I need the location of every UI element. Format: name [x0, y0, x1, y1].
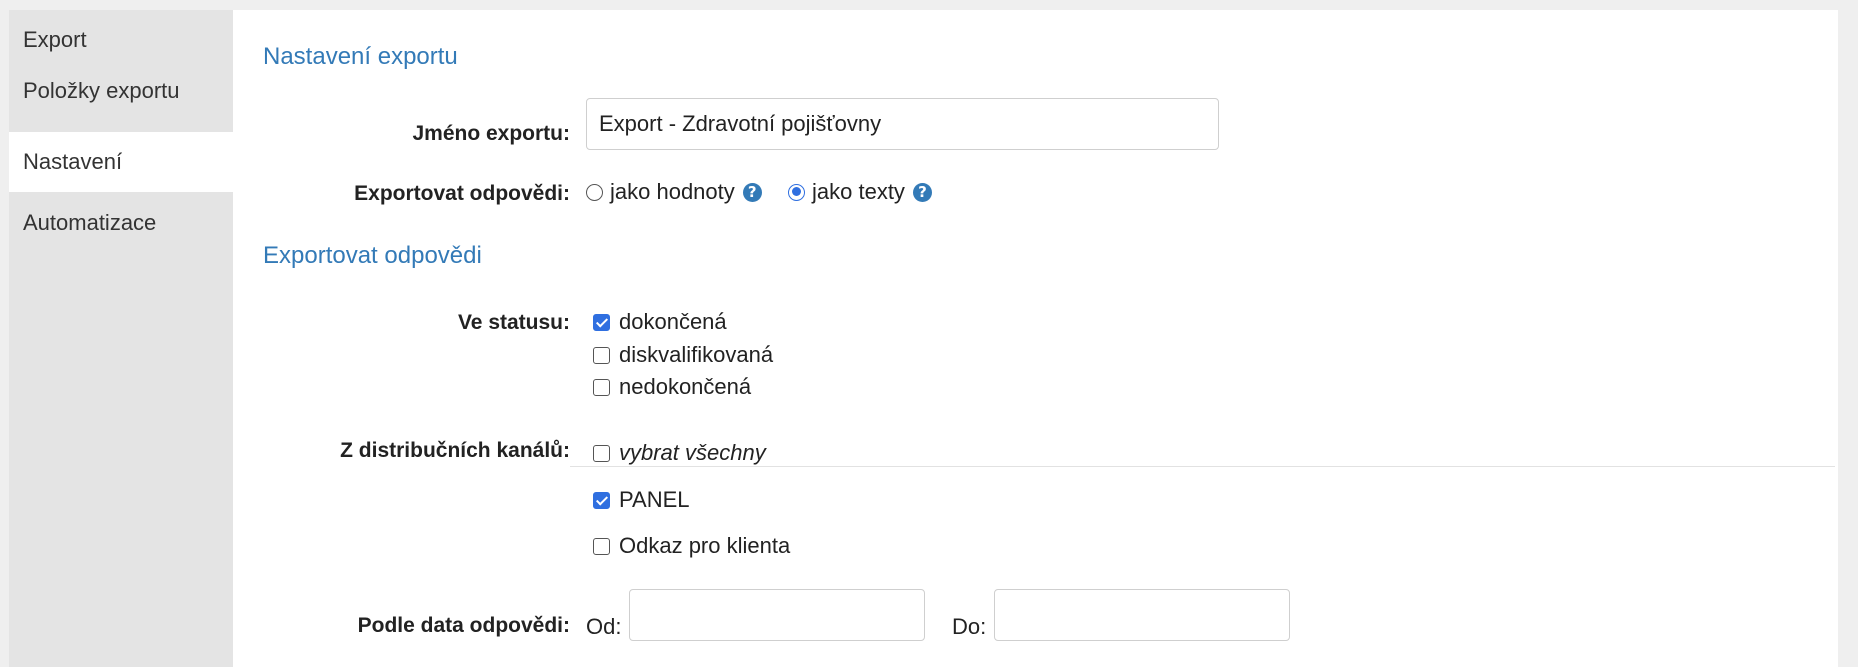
checkbox-disqualified[interactable] — [593, 346, 610, 364]
channels-select-all[interactable]: vybrat všechny — [593, 440, 766, 466]
date-from-input[interactable] — [629, 589, 925, 641]
answers-option-values-label: jako hodnoty — [610, 179, 735, 204]
export-answers-label: Exportovat odpovědi: — [354, 182, 570, 205]
channel-option-label: Odkaz pro klienta — [619, 533, 791, 558]
divider — [570, 466, 1835, 467]
answers-option-texts-label: jako texty — [812, 179, 905, 204]
sidebar-item-label: Nastavení — [23, 149, 123, 174]
checkbox-incomplete[interactable] — [593, 378, 610, 396]
channel-option-panel[interactable]: PANEL — [593, 487, 690, 513]
status-option-completed[interactable]: dokončená — [593, 309, 727, 335]
radio-texts[interactable] — [788, 183, 805, 201]
help-icon[interactable]: ? — [742, 182, 762, 202]
sidebar-item-settings[interactable]: Nastavení — [9, 132, 233, 192]
status-label: Ve statusu: — [457, 311, 570, 334]
checkbox-completed[interactable] — [593, 313, 610, 331]
radio-values[interactable] — [586, 183, 603, 201]
status-option-label: dokončená — [619, 309, 727, 334]
status-option-label: diskvalifikovaná — [619, 342, 774, 367]
date-label: Podle data odpovědi: — [357, 614, 570, 637]
status-option-incomplete[interactable]: nedokončená — [593, 374, 751, 400]
date-to-input[interactable] — [994, 589, 1290, 641]
section-title-export-answers: Exportovat odpovědi — [263, 242, 482, 269]
export-name-label: Jméno exportu: — [412, 122, 570, 145]
select-all-label: vybrat všechny — [619, 440, 766, 465]
sidebar-item-label: Export — [23, 27, 87, 52]
answers-option-values[interactable]: jako hodnoty ? — [586, 179, 762, 205]
sidebar-item-label: Automatizace — [23, 210, 157, 235]
answers-option-texts[interactable]: jako texty ? — [788, 179, 932, 205]
help-icon[interactable]: ? — [912, 182, 932, 202]
checkbox-panel[interactable] — [593, 491, 610, 509]
sidebar-item-label: Položky exportu — [23, 78, 180, 103]
export-settings-app: Export Položky exportu Nastavení Automat… — [0, 0, 1858, 667]
date-to-label: Do: — [952, 614, 987, 639]
section-title-export-settings: Nastavení exportu — [263, 43, 458, 70]
checkbox-client-link[interactable] — [593, 537, 610, 555]
sidebar-item-automation[interactable]: Automatizace — [9, 193, 233, 253]
checkbox-select-all[interactable] — [593, 444, 610, 462]
main-panel: Nastavení exportu Jméno exportu: Exporto… — [233, 10, 1838, 667]
channels-label: Z distribučních kanálů: — [340, 439, 570, 462]
sidebar: Export Položky exportu Nastavení Automat… — [9, 10, 233, 667]
status-option-disqualified[interactable]: diskvalifikovaná — [593, 342, 773, 368]
date-from-label: Od: — [586, 614, 622, 639]
sidebar-item-export-items[interactable]: Položky exportu — [9, 61, 233, 121]
status-option-label: nedokončená — [619, 374, 752, 399]
channel-option-label: PANEL — [619, 487, 690, 512]
export-name-input[interactable] — [586, 98, 1219, 150]
channel-option-client-link[interactable]: Odkaz pro klienta — [593, 533, 790, 559]
